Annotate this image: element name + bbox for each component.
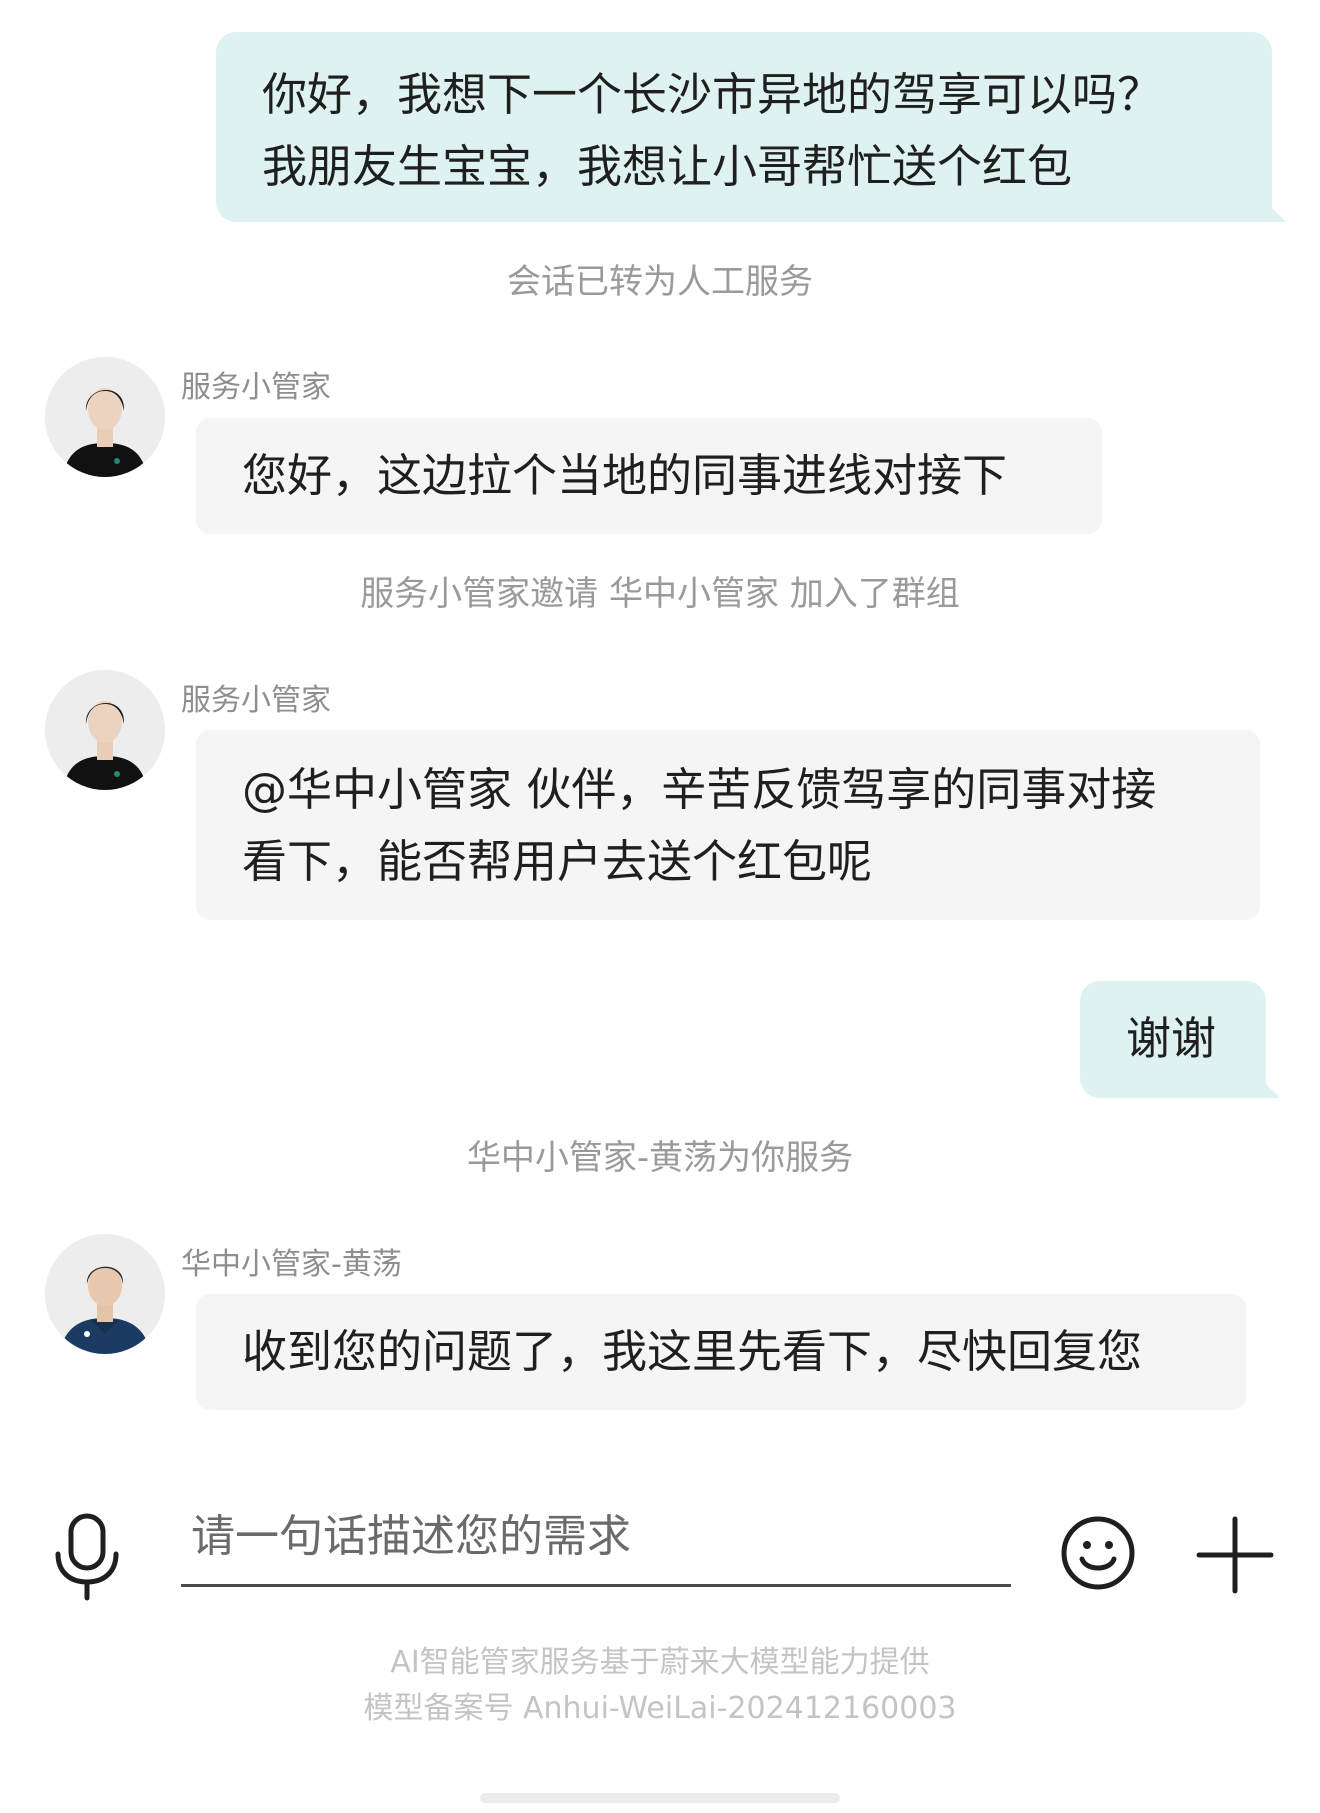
agent-name: 服务小管家 xyxy=(181,370,331,405)
user-message-line: 我朋友生宝宝，我想让小哥帮忙送个红包 xyxy=(262,140,1073,193)
agent-avatar[interactable] xyxy=(45,1234,165,1354)
agent-message-bubble: 您好，这边拉个当地的同事进线对接下 xyxy=(196,418,1102,534)
home-indicator[interactable] xyxy=(480,1793,840,1803)
smiley-icon xyxy=(1061,1516,1135,1590)
plus-icon xyxy=(1196,1516,1274,1594)
microphone-icon xyxy=(55,1513,119,1601)
avatar-portrait-icon xyxy=(45,357,165,477)
system-notice: 华中小管家-黄荡为你服务 xyxy=(466,1138,854,1178)
agent-message-bubble: 收到您的问题了，我这里先看下，尽快回复您 xyxy=(196,1294,1246,1410)
agent-message-text: 您好，这边拉个当地的同事进线对接下 xyxy=(242,449,1008,502)
agent-avatar[interactable] xyxy=(45,357,165,477)
message-input[interactable] xyxy=(181,1492,1011,1580)
model-registration: 模型备案号 Anhui-WeiLai-202412160003 xyxy=(363,1691,957,1726)
message-composer xyxy=(0,1480,1320,1640)
user-message-line: 你好，我想下一个长沙市异地的驾享可以吗？ xyxy=(262,68,1163,121)
agent-avatar[interactable] xyxy=(45,670,165,790)
avatar-portrait-icon xyxy=(45,1234,165,1354)
more-options-button[interactable] xyxy=(1195,1515,1275,1595)
user-message-bubble: 谢谢 xyxy=(1080,981,1280,1098)
agent-message-text: 收到您的问题了，我这里先看下，尽快回复您 xyxy=(242,1325,1143,1378)
system-notice: 服务小管家邀请 华中小管家 加入了群组 xyxy=(360,574,960,614)
voice-input-button[interactable] xyxy=(52,1512,122,1602)
message-input-wrapper xyxy=(181,1492,1011,1587)
user-message-bubble: 你好，我想下一个长沙市异地的驾享可以吗？ 我朋友生宝宝，我想让小哥帮忙送个红包 xyxy=(216,32,1286,222)
user-message-text: 谢谢 xyxy=(1126,1012,1217,1065)
avatar-portrait-icon xyxy=(45,670,165,790)
agent-name: 华中小管家-黄荡 xyxy=(181,1247,402,1282)
agent-message-line: @华中小管家 伙伴，辛苦反馈驾享的同事对接 xyxy=(242,763,1157,816)
system-notice: 会话已转为人工服务 xyxy=(507,262,813,302)
agent-name: 服务小管家 xyxy=(181,683,331,718)
agent-message-line: 看下，能否帮用户去送个红包呢 xyxy=(242,835,873,888)
ai-disclaimer: AI智能管家服务基于蔚来大模型能力提供 xyxy=(390,1645,930,1680)
emoji-button[interactable] xyxy=(1060,1515,1136,1591)
agent-message-bubble: @华中小管家 伙伴，辛苦反馈驾享的同事对接 看下，能否帮用户去送个红包呢 xyxy=(196,730,1260,920)
